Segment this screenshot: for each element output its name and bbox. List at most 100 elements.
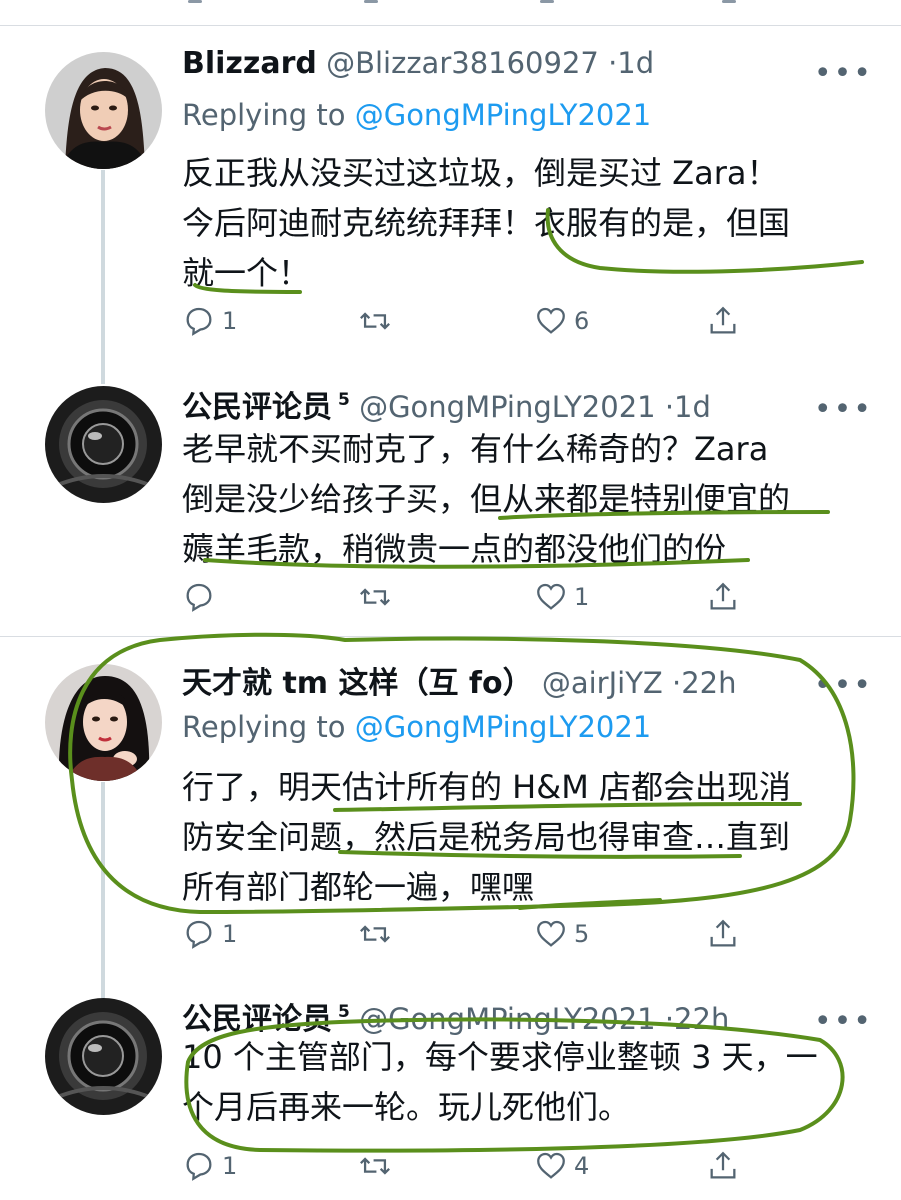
reply-button[interactable]: 1 [182, 301, 237, 341]
like-button[interactable]: 4 [534, 1146, 589, 1186]
avatar-woman-icon [45, 52, 162, 169]
share-icon [710, 919, 736, 947]
action-bar: 1 4 [182, 1146, 762, 1186]
like-button[interactable]: 1 [534, 577, 589, 617]
display-name[interactable]: 公民评论员 [182, 390, 332, 425]
retweet-button[interactable] [358, 577, 398, 617]
action-bar: 1 6 [182, 301, 762, 341]
more-icon[interactable]: ••• [814, 668, 873, 703]
text-line: 防安全问题，然后是税务局也得审查…直到 [182, 818, 791, 856]
separator-dot: · [664, 390, 675, 424]
display-name[interactable]: Blizzard [182, 46, 317, 81]
user-badge: 5 [338, 1002, 350, 1022]
reply-icon [186, 583, 212, 612]
action-bar: 1 5 [182, 914, 762, 954]
retweet-icon [360, 1157, 390, 1175]
avatar[interactable] [45, 386, 162, 503]
like-count: 6 [574, 307, 590, 335]
like-icon [540, 0, 554, 3]
display-name[interactable]: 天才就 tm 这样（互 fo） [182, 666, 533, 701]
tweet[interactable]: Blizzard @Blizzar38160927 ·1d ••• Replyi… [0, 46, 901, 366]
like-button[interactable]: 5 [534, 914, 589, 954]
text-line: 反正我从没买过这垃圾，倒是买过 Zara！ [182, 154, 779, 192]
reply-button[interactable]: 1 [182, 914, 237, 954]
timestamp[interactable]: 1d [674, 390, 711, 424]
like-button[interactable]: 6 [534, 301, 589, 341]
reply-icon [186, 920, 212, 949]
reply-button[interactable] [182, 577, 222, 617]
like-count: 5 [574, 920, 590, 948]
text-line: 今后阿迪耐克统统拜拜！衣服有的是，但国 [182, 204, 791, 242]
reply-icon [186, 307, 212, 336]
previous-tweet-edge [0, 0, 901, 26]
user-handle[interactable]: @GongMPingLY2021 [359, 1002, 656, 1036]
reply-icon [188, 0, 202, 3]
reply-icon [186, 1152, 212, 1181]
mention-link[interactable]: @GongMPingLY2021 [355, 98, 652, 132]
avatar-camera-lens-icon [45, 386, 162, 503]
like-count: 1 [574, 583, 590, 611]
tweet-text: 行了，明天估计所有的 H&M 店都会出现消 防安全问题，然后是税务局也得审查…直… [182, 762, 882, 912]
tweet-text: 反正我从没买过这垃圾，倒是买过 Zara！ 今后阿迪耐克统统拜拜！衣服有的是，但… [182, 148, 882, 298]
retweet-icon [360, 312, 390, 330]
avatar[interactable] [45, 998, 162, 1115]
tweet-header: Blizzard @Blizzar38160927 ·1d [182, 46, 881, 90]
avatar-woman-icon [45, 664, 162, 781]
tweet[interactable]: 公民评论员 5 @GongMPingLY2021 ·22h ••• 10 个主管部… [0, 994, 901, 1194]
share-icon [722, 0, 736, 3]
text-line: 倒是没少给孩子买，但从来都是特别便宜的 [182, 480, 791, 518]
text-line: 10 个主管部门，每个要求停业整顿 3 天，一 [182, 1038, 818, 1076]
retweet-button[interactable] [358, 1146, 398, 1186]
separator-dot: · [664, 1002, 675, 1036]
user-handle[interactable]: @airJiYZ [542, 666, 663, 700]
avatar-camera-lens-icon [45, 998, 162, 1115]
tweet-header: 天才就 tm 这样（互 fo） @airJiYZ ·22h [182, 658, 881, 702]
timestamp[interactable]: 1d [617, 46, 654, 80]
retweet-icon [364, 0, 378, 3]
text-line: 薅羊毛款，稍微贵一点的都没他们的份 [182, 530, 727, 568]
text-line: 老早就不买耐克了，有什么稀奇的？Zara [182, 430, 769, 468]
like-icon [537, 583, 565, 610]
share-icon [710, 306, 736, 334]
replying-label: Replying to [182, 710, 346, 744]
divider [0, 25, 901, 26]
like-icon [537, 307, 565, 334]
tweet[interactable]: 公民评论员 5 @GongMPingLY2021 ·1d ••• 老早就不买耐克了… [0, 382, 901, 622]
conversation-divider [0, 636, 901, 637]
share-button[interactable] [706, 301, 740, 341]
share-icon [710, 582, 736, 610]
timestamp[interactable]: 22h [674, 1002, 729, 1036]
separator-dot: · [672, 666, 682, 700]
retweet-icon [360, 588, 390, 606]
tweet-text: 老早就不买耐克了，有什么稀奇的？Zara 倒是没少给孩子买，但从来都是特别便宜的… [182, 424, 882, 574]
more-icon[interactable]: ••• [814, 56, 873, 91]
reply-count: 1 [222, 1152, 238, 1180]
like-count: 4 [574, 1152, 590, 1180]
text-line: 就一个！ [182, 254, 311, 292]
text-line: 所有部门都轮一遍，嘿嘿 [182, 868, 535, 906]
share-button[interactable] [706, 914, 740, 954]
separator-dot: · [608, 46, 618, 80]
tweet-text: 10 个主管部门，每个要求停业整顿 3 天，一 个月后再来一轮。玩儿死他们。 [182, 1032, 882, 1132]
action-bar: 1 [182, 577, 762, 617]
avatar[interactable] [45, 52, 162, 169]
avatar[interactable] [45, 664, 162, 781]
mention-link[interactable]: @GongMPingLY2021 [355, 710, 652, 744]
tweet-header: 公民评论员 5 @GongMPingLY2021 ·1d [182, 382, 881, 426]
more-icon[interactable]: ••• [814, 392, 873, 427]
user-handle[interactable]: @Blizzar38160927 [326, 46, 599, 80]
retweet-button[interactable] [358, 914, 398, 954]
user-badge: 5 [338, 390, 350, 410]
share-button[interactable] [706, 577, 740, 617]
replying-to: Replying to @GongMPingLY2021 [182, 98, 651, 132]
retweet-icon [360, 925, 390, 943]
reply-button[interactable]: 1 [182, 1146, 237, 1186]
retweet-button[interactable] [358, 301, 398, 341]
timestamp[interactable]: 22h [681, 666, 736, 700]
replying-to: Replying to @GongMPingLY2021 [182, 710, 651, 744]
like-icon [537, 1152, 565, 1179]
tweet[interactable]: 天才就 tm 这样（互 fo） @airJiYZ ·22h ••• Replyi… [0, 658, 901, 958]
share-button[interactable] [706, 1146, 740, 1186]
text-line: 个月后再来一轮。玩儿死他们。 [182, 1088, 631, 1126]
user-handle[interactable]: @GongMPingLY2021 [359, 390, 656, 424]
